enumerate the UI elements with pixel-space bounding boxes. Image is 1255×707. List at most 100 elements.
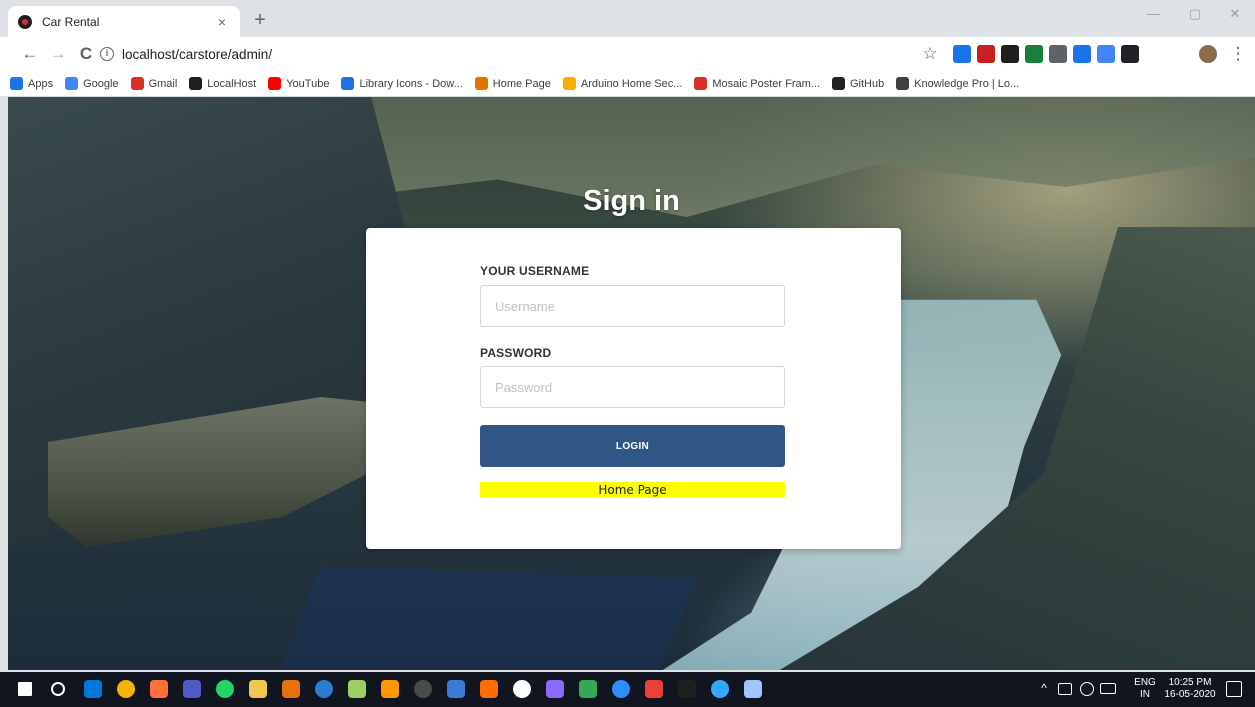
taskbar-app-icon[interactable]: [183, 680, 201, 698]
bookmark-label: GitHub: [849, 77, 885, 90]
taskbar-app-icon[interactable]: [480, 680, 498, 698]
page-viewport: Sign in YOUR USERNAME PASSWORD LOGIN Hom…: [8, 97, 1255, 670]
bookmark-item[interactable]: LocalHost: [189, 77, 256, 90]
bookmark-item[interactable]: Arduino Home Sec...: [562, 77, 683, 90]
maximize-button[interactable]: ▢: [1176, 0, 1214, 30]
clock-date: 16-05-2020: [1164, 689, 1216, 700]
extension-icon[interactable]: [1073, 45, 1091, 63]
address-bar[interactable]: i localhost/carstore/admin/: [100, 42, 920, 66]
taskbar-app-icon[interactable]: [348, 680, 366, 698]
taskbar-app-icon[interactable]: [645, 680, 663, 698]
bookmark-item[interactable]: GitHub: [831, 77, 885, 90]
extension-icon[interactable]: [1001, 45, 1019, 63]
arduino-icon: [562, 77, 576, 90]
background-mountains: [308, 97, 1255, 217]
bookmark-item[interactable]: Google: [65, 77, 119, 90]
tab-strip: Car Rental × + — ▢ ✕: [0, 0, 1255, 37]
tab-close-icon[interactable]: ×: [214, 14, 230, 30]
car-rental-favicon-icon: [18, 14, 32, 29]
bookmark-item[interactable]: Home Page: [474, 77, 551, 90]
menu-icon[interactable]: ⋮: [1224, 40, 1252, 68]
taskbar-app-icon[interactable]: [612, 680, 630, 698]
search-icon[interactable]: [51, 682, 65, 696]
windows-taskbar: ENG IN 10:25 PM 16-05-2020 ^: [0, 672, 1255, 707]
clock-time: 10:25 PM: [1168, 677, 1212, 688]
bookmark-label: LocalHost: [207, 77, 257, 90]
taskbar-app-icon[interactable]: [579, 680, 597, 698]
bookmark-label: Arduino Home Sec...: [580, 77, 683, 90]
bookmark-label: Google: [83, 77, 119, 90]
mosaic-icon: [694, 77, 708, 90]
bookmark-label: YouTube: [286, 77, 330, 90]
bookmark-label: Gmail: [148, 77, 178, 90]
taskbar-app-icon[interactable]: [282, 680, 300, 698]
youtube-icon: [268, 77, 282, 90]
tray-clock[interactable]: 10:25 PM 16-05-2020: [1160, 677, 1220, 701]
taskbar-app-icon[interactable]: [84, 680, 102, 698]
google-icon: [65, 77, 79, 90]
window-close-button[interactable]: ✕: [1216, 0, 1254, 30]
bookmark-label: Knowledge Pro | Lo...: [914, 77, 1020, 90]
taskbar-app-icon[interactable]: [315, 680, 333, 698]
taskbar-app-icon[interactable]: [150, 680, 168, 698]
password-label: PASSWORD: [480, 346, 552, 360]
taskbar-app-icon[interactable]: [381, 680, 399, 698]
taskbar-app-icon[interactable]: [546, 680, 564, 698]
gmail-icon: [130, 77, 144, 90]
taskbar-app-icon[interactable]: [414, 680, 432, 698]
taskbar-app-icon[interactable]: [678, 680, 696, 698]
language-code: ENG: [1134, 677, 1156, 688]
browser-toolbar: ← → C i localhost/carstore/admin/ ☆ ⋮: [0, 37, 1255, 71]
bookmark-star-icon[interactable]: ☆: [916, 40, 944, 68]
bookmark-item[interactable]: Library Icons - Dow...: [341, 77, 463, 90]
reload-button[interactable]: C: [72, 40, 100, 68]
bookmark-label: Mosaic Poster Fram...: [712, 77, 820, 90]
tray-battery-icon[interactable]: [1100, 683, 1116, 694]
extension-icon[interactable]: [953, 45, 971, 63]
apps-icon: [10, 77, 23, 90]
home-icon: [474, 77, 488, 90]
extension-icon[interactable]: [977, 45, 995, 63]
page-title: Sign in: [583, 185, 680, 217]
region-code: IN: [1140, 689, 1150, 700]
tray-chevron-icon[interactable]: ^: [1038, 682, 1050, 694]
bookmark-label: Library Icons - Dow...: [359, 77, 463, 90]
profile-avatar[interactable]: [1199, 45, 1217, 63]
start-icon[interactable]: [18, 682, 32, 696]
bookmark-item[interactable]: Apps: [10, 77, 53, 90]
new-tab-button[interactable]: +: [248, 9, 272, 33]
username-label: YOUR USERNAME: [480, 264, 590, 278]
notifications-icon[interactable]: [1226, 681, 1242, 697]
back-button[interactable]: ←: [16, 40, 44, 68]
login-button[interactable]: LOGIN: [480, 425, 785, 467]
taskbar-app-icon[interactable]: [249, 680, 267, 698]
taskbar-app-icon[interactable]: [711, 680, 729, 698]
login-card: YOUR USERNAME PASSWORD LOGIN Home Page: [366, 228, 901, 549]
browser-tab[interactable]: Car Rental ×: [8, 6, 240, 37]
taskbar-app-icon[interactable]: [216, 680, 234, 698]
home-page-link[interactable]: Home Page: [480, 482, 785, 498]
bookmark-item[interactable]: YouTube: [268, 77, 329, 90]
tray-network-icon[interactable]: [1080, 682, 1094, 696]
taskbar-app-icon[interactable]: [513, 680, 531, 698]
bookmark-item[interactable]: Mosaic Poster Fram...: [694, 77, 820, 90]
username-input[interactable]: [480, 285, 785, 327]
site-info-icon[interactable]: i: [100, 47, 114, 61]
taskbar-app-icon[interactable]: [447, 680, 465, 698]
taskbar-app-icon[interactable]: [117, 680, 135, 698]
extension-icon[interactable]: [1025, 45, 1043, 63]
password-input[interactable]: [480, 366, 785, 408]
extension-icon[interactable]: [1049, 45, 1067, 63]
background-water: [278, 567, 698, 670]
minimize-button[interactable]: —: [1134, 0, 1172, 30]
extension-icon[interactable]: [1121, 45, 1139, 63]
extension-icon[interactable]: [1097, 45, 1115, 63]
tray-display-icon[interactable]: [1058, 683, 1072, 695]
tray-language[interactable]: ENG IN: [1132, 677, 1158, 701]
taskbar-app-icon[interactable]: [744, 680, 762, 698]
bookmark-item[interactable]: Gmail: [130, 77, 178, 90]
github-icon: [831, 77, 845, 90]
forward-button[interactable]: →: [44, 40, 72, 68]
library-icon: [341, 77, 355, 90]
bookmark-item[interactable]: Knowledge Pro | Lo...: [896, 77, 1019, 90]
